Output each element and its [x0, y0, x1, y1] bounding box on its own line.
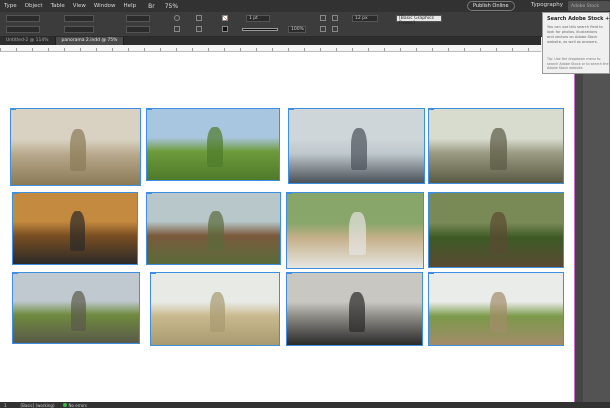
photo-frame-people-by-old-building[interactable] — [12, 272, 140, 344]
photo-subject — [490, 212, 507, 254]
menu-window[interactable]: Window — [94, 3, 116, 9]
frame-marker-icon — [429, 109, 434, 110]
stock-search-input[interactable]: Adobe Stock — [568, 1, 610, 11]
menu-help[interactable]: Help — [124, 3, 137, 9]
photo-subject — [70, 291, 86, 331]
photo-subject — [69, 128, 86, 172]
publish-online-button[interactable]: Publish Online — [467, 1, 515, 11]
publish-online-label: Publish Online — [473, 3, 509, 9]
rotate-icon[interactable] — [174, 15, 180, 21]
flip-horizontal-icon[interactable] — [196, 15, 202, 21]
popup-body: You can use this search field to look fo… — [547, 25, 603, 44]
scale-x-field[interactable] — [126, 15, 150, 22]
shear-icon[interactable] — [174, 26, 180, 32]
popup-title: Search Adobe Stock + Adobe — [547, 16, 610, 22]
frame-marker-icon — [13, 273, 18, 274]
opacity-field[interactable]: 100% — [288, 26, 306, 33]
photo-subject — [207, 211, 224, 252]
distribute-icon[interactable] — [332, 15, 338, 21]
frame-marker-icon — [289, 109, 294, 110]
photo-subject — [350, 128, 368, 170]
photo-subject — [348, 291, 366, 333]
size-field[interactable]: 12 px — [352, 15, 378, 22]
control-panel: 1 pt 100% 12 px [Basic Graphics Frame] — [0, 12, 610, 37]
photo-subject — [490, 128, 507, 170]
stroke-swatch-icon[interactable] — [222, 26, 228, 32]
photo-frame-dancer-in-studio[interactable] — [286, 272, 423, 346]
photo-subject — [209, 291, 226, 333]
photo-subject — [69, 211, 85, 252]
frame-marker-icon — [147, 109, 152, 110]
frame-marker-icon — [11, 109, 16, 110]
stock-search-popup: Search Adobe Stock + Adobe You can use t… — [542, 12, 610, 74]
frame-marker-icon — [429, 273, 434, 274]
workspace-switcher[interactable]: Typography — [531, 2, 563, 8]
menu-table[interactable]: Table — [51, 3, 65, 9]
frame-marker-icon — [429, 193, 434, 194]
photo-frame-field-with-farmhouse[interactable] — [150, 272, 280, 346]
w-field[interactable] — [64, 15, 94, 22]
stroke-weight-field[interactable]: 1 pt — [246, 15, 270, 22]
tab-untitled-2[interactable]: Untitled-2 @ 114% — [0, 37, 56, 45]
preflight-errors[interactable]: No errors — [69, 403, 87, 408]
frame-marker-icon — [287, 193, 292, 194]
tab-panorama-2[interactable]: panorama 2.indd @ 75% — [55, 37, 125, 45]
pasteboard-scrollbar[interactable] — [575, 52, 583, 402]
frame-marker-icon — [147, 193, 152, 194]
document-tabs: Untitled-2 @ 114% panorama 2.indd @ 75% — [0, 37, 541, 45]
fit-content-icon[interactable] — [332, 26, 338, 32]
photo-frame-woman-on-stool-studio[interactable] — [288, 108, 425, 184]
h-field[interactable] — [64, 26, 94, 33]
y-field[interactable] — [6, 26, 40, 33]
photo-subject — [207, 127, 224, 168]
popup-tip: Tip: Use the dropdown menu to search Ado… — [547, 57, 609, 70]
stroke-type-selector[interactable] — [242, 28, 278, 31]
frame-marker-icon — [151, 273, 156, 274]
horizontal-ruler — [0, 45, 541, 52]
flip-vertical-icon[interactable] — [196, 26, 202, 32]
preflight-status-icon — [62, 403, 67, 407]
x-field[interactable] — [6, 15, 40, 22]
fill-swatch-icon[interactable] — [222, 15, 228, 21]
photo-frame-woman-dancing-with-goats[interactable] — [286, 192, 424, 269]
wrap-icon[interactable] — [320, 26, 326, 32]
photo-frame-man-in-vegetable-garden[interactable] — [428, 192, 564, 268]
photo-frame-woman-sitting-on-grass[interactable] — [146, 108, 280, 181]
photo-frame-goats-in-field[interactable] — [146, 192, 281, 265]
align-icon[interactable] — [320, 15, 326, 21]
status-bar: 1 [Basic] (working) No errors — [0, 402, 610, 408]
menu-bar: Type Object Table View Window Help Br 75… — [0, 0, 610, 12]
page-number[interactable]: 1 — [4, 403, 7, 408]
frame-marker-icon — [13, 193, 18, 194]
menu-view[interactable]: View — [73, 3, 86, 9]
menu-type[interactable]: Type — [4, 3, 17, 9]
menu-object[interactable]: Object — [25, 3, 43, 9]
photo-subject — [490, 291, 507, 333]
bridge-button[interactable]: Br — [148, 3, 155, 10]
photo-frame-man-in-greenhouse[interactable] — [428, 108, 564, 184]
photo-frame-woman-hands-toward-camera[interactable] — [10, 108, 141, 186]
zoom-level[interactable]: 75% — [165, 3, 178, 10]
photo-subject — [349, 212, 366, 255]
photo-frame-two-people-at-table[interactable] — [12, 192, 138, 265]
preflight-profile[interactable]: [Basic] (working) — [21, 403, 55, 408]
frame-marker-icon — [287, 273, 292, 274]
scale-y-field[interactable] — [126, 26, 150, 33]
photo-frame-tree-and-hut[interactable] — [428, 272, 564, 346]
object-style-select[interactable]: [Basic Graphics Frame] — [396, 15, 442, 26]
